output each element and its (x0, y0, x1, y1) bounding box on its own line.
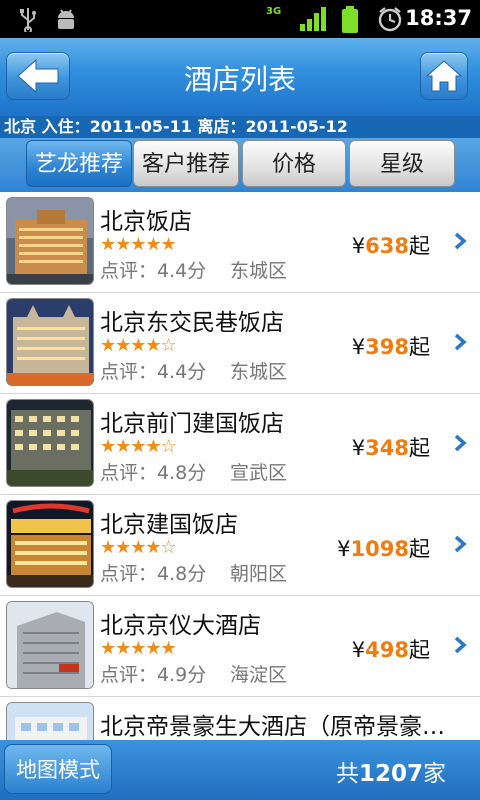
hotel-photo (6, 298, 94, 386)
district: 东城区 (230, 260, 288, 282)
tab-customer-recommend[interactable]: 客户推荐 (133, 140, 239, 187)
hotel-name: 北京饭店 (100, 209, 192, 235)
district: 东城区 (230, 361, 288, 383)
star-rating: ★★★★☆ (100, 537, 177, 558)
hotel-photo (6, 500, 94, 588)
hotel-row[interactable]: 北京饭店 ★★★★★ 点评：4.4分 东城区 ¥638起 (0, 192, 480, 293)
star-rating: ★★★★★ (100, 234, 177, 255)
bottom-bar: 地图模式 共1207家 (0, 740, 480, 800)
home-button[interactable] (420, 52, 468, 100)
chevron-right-icon (454, 434, 467, 452)
district: 宣武区 (230, 462, 288, 484)
hotel-photo (6, 197, 94, 285)
tab-price[interactable]: 价格 (242, 140, 346, 187)
hotel-name: 北京前门建国饭店 (100, 411, 284, 437)
battery-icon (342, 6, 358, 33)
usb-icon (20, 8, 36, 32)
review-score: 点评：4.4分 (100, 361, 207, 383)
network-3g-icon: 3G (266, 6, 282, 17)
hotel-photo (6, 601, 94, 689)
title-bar: 酒店列表 (0, 38, 480, 116)
hotel-price: ¥1098起 (337, 537, 430, 561)
review-score: 点评：4.8分 (100, 563, 207, 585)
hotel-row[interactable]: 北京东交民巷饭店 ★★★★☆ 点评：4.4分 东城区 ¥398起 (0, 293, 480, 394)
chevron-right-icon (454, 333, 467, 351)
hotel-row[interactable]: 北京建国饭店 ★★★★☆ 点评：4.8分 朝阳区 ¥1098起 (0, 495, 480, 596)
hotel-name: 北京东交民巷饭店 (100, 310, 284, 336)
star-rating: ★★★★☆ (100, 335, 177, 356)
district: 海淀区 (230, 664, 288, 686)
review-score: 点评：4.8分 (100, 462, 207, 484)
tab-star[interactable]: 星级 (349, 140, 455, 187)
tab-elong-recommend[interactable]: 艺龙推荐 (26, 140, 132, 187)
chevron-right-icon (454, 232, 467, 250)
hotel-photo (6, 702, 94, 740)
chevron-right-icon (454, 535, 467, 553)
hotel-price: ¥498起 (351, 638, 430, 662)
page-title: 酒店列表 (183, 63, 296, 96)
review-score: 点评：4.4分 (100, 260, 207, 282)
chevron-right-icon (454, 636, 467, 654)
star-rating: ★★★★★ (100, 638, 177, 659)
hotel-price: ¥398起 (351, 335, 430, 359)
hotel-list: 北京饭店 ★★★★★ 点评：4.4分 东城区 ¥638起 北京东交民巷饭店 ★★… (0, 192, 480, 740)
hotel-price: ¥638起 (351, 234, 430, 258)
status-bar: 3G 18:37 (0, 0, 480, 38)
map-mode-button[interactable]: 地图模式 (4, 744, 112, 794)
hotel-name: 北京建国饭店 (100, 512, 238, 538)
stay-info: 北京 入住：2011-05-11 离店：2011-05-12 (0, 116, 480, 138)
hotel-row[interactable]: 北京前门建国饭店 ★★★★☆ 点评：4.8分 宣武区 ¥348起 (0, 394, 480, 495)
review-score: 点评：4.9分 (100, 664, 207, 686)
total-count: 共1207家 (335, 761, 446, 787)
hotel-price: ¥348起 (351, 436, 430, 460)
sort-tabs: 艺龙推荐 客户推荐 价格 星级 (0, 138, 480, 192)
hotel-row[interactable]: 北京京仪大酒店 ★★★★★ 点评：4.9分 海淀区 ¥498起 (0, 596, 480, 697)
android-debug-icon (58, 9, 74, 29)
home-icon (425, 60, 463, 92)
hotel-name: 北京帝景豪生大酒店（原帝景豪… (100, 714, 445, 740)
signal-icon (300, 7, 326, 31)
hotel-row[interactable]: 北京帝景豪生大酒店（原帝景豪… (0, 697, 480, 740)
clock: 18:37 (405, 6, 472, 30)
star-rating: ★★★★☆ (100, 436, 177, 457)
hotel-name: 北京京仪大酒店 (100, 613, 261, 639)
hotel-photo (6, 399, 94, 487)
district: 朝阳区 (230, 563, 288, 585)
alarm-icon (378, 7, 402, 32)
